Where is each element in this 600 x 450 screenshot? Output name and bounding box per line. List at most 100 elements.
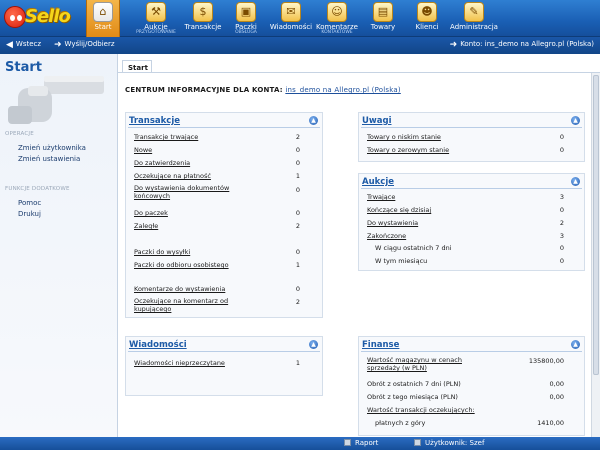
nav-label: Wiadomości (269, 23, 313, 31)
list-item[interactable]: Do wystawienia dokumentów końcowych (134, 184, 264, 200)
list-value: 0 (559, 206, 564, 214)
collapse-icon[interactable]: ▲ (309, 340, 318, 349)
scrollbar-thumb[interactable] (593, 75, 599, 375)
nav-wiadomosci[interactable]: ✉ Wiadomości (268, 0, 314, 37)
nav-sublabel: KONTAKTOWE (321, 30, 353, 35)
list-item[interactable]: Oczekujące na komentarz od kupującego (134, 297, 264, 313)
report-button[interactable]: Raport (344, 439, 378, 447)
panel-title[interactable]: Transakcje (126, 113, 322, 127)
list-item[interactable]: Zaległe (134, 222, 158, 230)
list-value: 0 (295, 248, 300, 256)
nav-towary[interactable]: ▤ Towary (366, 0, 400, 37)
nav-sublabel: PRZYGOTOWANIE (136, 30, 176, 35)
list-value: 0,00 (549, 393, 564, 401)
account-link[interactable]: ins_demo na Allegro.pl (Polska) (285, 86, 400, 94)
sidebar-title: Start (5, 60, 42, 75)
list-item[interactable]: Wartość magazynu w cenach sprzedaży (w P… (367, 356, 492, 372)
list-value: 3 (559, 193, 564, 201)
list-value: 0 (295, 159, 300, 167)
list-item[interactable]: Nowe (134, 146, 152, 154)
nav-administracja[interactable]: ✎ Administracja (446, 0, 502, 37)
user-label: Użytkownik: Szef (425, 439, 485, 447)
section-operacje: OPERACJE (5, 131, 34, 137)
list-item[interactable]: Wartość transakcji oczekujących: (367, 406, 475, 414)
nav-label: Towary (370, 23, 396, 31)
list-item[interactable]: Wiadomości nieprzeczytane (134, 359, 225, 367)
list-item: płatnych z góry (375, 419, 426, 427)
content-title-text: CENTRUM INFORMACYJNE DLA KONTA: (125, 86, 283, 94)
collapse-icon[interactable]: ▲ (571, 340, 580, 349)
list-value: 2 (295, 298, 300, 306)
list-value: 0 (559, 244, 564, 252)
list-value: 2 (559, 219, 564, 227)
comment-icon: ☺ (327, 2, 347, 22)
nav-komentarze[interactable]: ☺ Komentarze KONTAKTOWE (314, 0, 360, 37)
account-indicator[interactable]: ➜ Konto: ins_demo na Allegro.pl (Polska) (450, 40, 594, 50)
list-item[interactable]: Komentarze do wystawienia (134, 285, 225, 293)
list-value: 0 (559, 257, 564, 265)
list-item: Obrót z ostatnich 7 dni (PLN) (367, 380, 461, 388)
user-icon (414, 439, 421, 446)
list-item: Obrót z tego miesiąca (PLN) (367, 393, 458, 401)
user-indicator[interactable]: Użytkownik: Szef (414, 439, 484, 447)
envelope-icon: ✉ (281, 2, 301, 22)
box-icon: ▤ (373, 2, 393, 22)
link-help[interactable]: Pomoc (18, 199, 41, 207)
list-item[interactable]: Do paczek (134, 209, 168, 217)
list-item[interactable]: Paczki do odbioru osobistego (134, 261, 229, 269)
list-item[interactable]: Kończące się dzisiaj (367, 206, 431, 214)
collapse-icon[interactable]: ▲ (571, 116, 580, 125)
panel-wiadomosci: Wiadomości ▲ Wiadomości nieprzeczytane 1 (125, 336, 323, 396)
list-value: 2 (295, 133, 300, 141)
panel-aukcje: Aukcje ▲ Trwające 3 Kończące się dzisiaj… (358, 173, 585, 271)
back-label: Wstecz (15, 40, 42, 48)
navigation-bar: ◀ Wstecz ➜ Wyślij/Odbierz ➜ Konto: ins_demo… (0, 37, 600, 54)
panel-title[interactable]: Uwagi (359, 113, 584, 127)
list-value: 135800,00 (528, 357, 564, 365)
list-item[interactable]: Towary o niskim stanie (367, 133, 441, 141)
list-value: 1 (295, 359, 300, 367)
main-content: CENTRUM INFORMACYJNE DLA KONTA: ins_demo… (118, 72, 600, 438)
send-receive-button[interactable]: ➜ Wyślij/Odbierz (54, 40, 115, 50)
collapse-icon[interactable]: ▲ (309, 116, 318, 125)
nav-transakcje[interactable]: $ Transakcje (183, 0, 223, 37)
list-item[interactable]: Transakcje trwające (134, 133, 198, 141)
back-button[interactable]: ◀ Wstecz (6, 40, 41, 50)
nav-label: Klienci (415, 23, 439, 31)
list-item[interactable]: Do wystawienia (367, 219, 418, 227)
nav-klienci[interactable]: ☻ Klienci (410, 0, 444, 37)
panel-title[interactable]: Aukcje (359, 174, 584, 188)
link-change-user[interactable]: Zmień użytkownika (18, 144, 86, 152)
nav-paczki[interactable]: ▣ Paczki OBSŁUGA (228, 0, 264, 37)
panel-finanse: Finanse ▲ Wartość magazynu w cenach sprz… (358, 336, 585, 436)
list-item[interactable]: Paczki do wysyłki (134, 248, 190, 256)
list-item[interactable]: Towary o zerowym stanie (367, 146, 449, 154)
nav-label: Start (94, 23, 112, 31)
report-icon (344, 439, 351, 446)
list-item[interactable]: Trwające (367, 193, 395, 201)
nav-aukcje[interactable]: ⚒ Aukcje PRZYGOTOWANIE (136, 0, 176, 37)
coins-icon: $ (193, 2, 213, 22)
list-value: 0 (295, 186, 300, 194)
list-value: 0,00 (549, 380, 564, 388)
list-item[interactable]: Oczekujące na płatność (134, 172, 211, 180)
collapse-icon[interactable]: ▲ (571, 177, 580, 186)
vertical-scrollbar[interactable] (591, 73, 600, 438)
list-value: 3 (559, 232, 564, 240)
back-arrow-icon: ◀ (6, 40, 13, 50)
list-item: W tym miesiącu (375, 257, 428, 265)
link-change-settings[interactable]: Zmień ustawienia (18, 155, 80, 163)
list-item[interactable]: Do zatwierdzenia (134, 159, 190, 167)
link-print[interactable]: Drukuj (18, 210, 41, 218)
list-item[interactable]: Zakończone (367, 232, 406, 240)
panel-uwagi: Uwagi ▲ Towary o niskim stanie 0 Towary … (358, 112, 585, 162)
panel-title[interactable]: Wiadomości (126, 337, 322, 351)
list-value: 0 (295, 209, 300, 217)
main-toolbar: Sello ⌂ Start ⚒ Aukcje PRZYGOTOWANIE $ T… (0, 0, 600, 37)
list-value: 1 (295, 172, 300, 180)
package-icon: ▣ (236, 2, 256, 22)
logo-mascot-icon (4, 6, 26, 28)
list-value: 0 (295, 146, 300, 154)
nav-start[interactable]: ⌂ Start (86, 0, 120, 37)
panel-title[interactable]: Finanse (359, 337, 584, 351)
